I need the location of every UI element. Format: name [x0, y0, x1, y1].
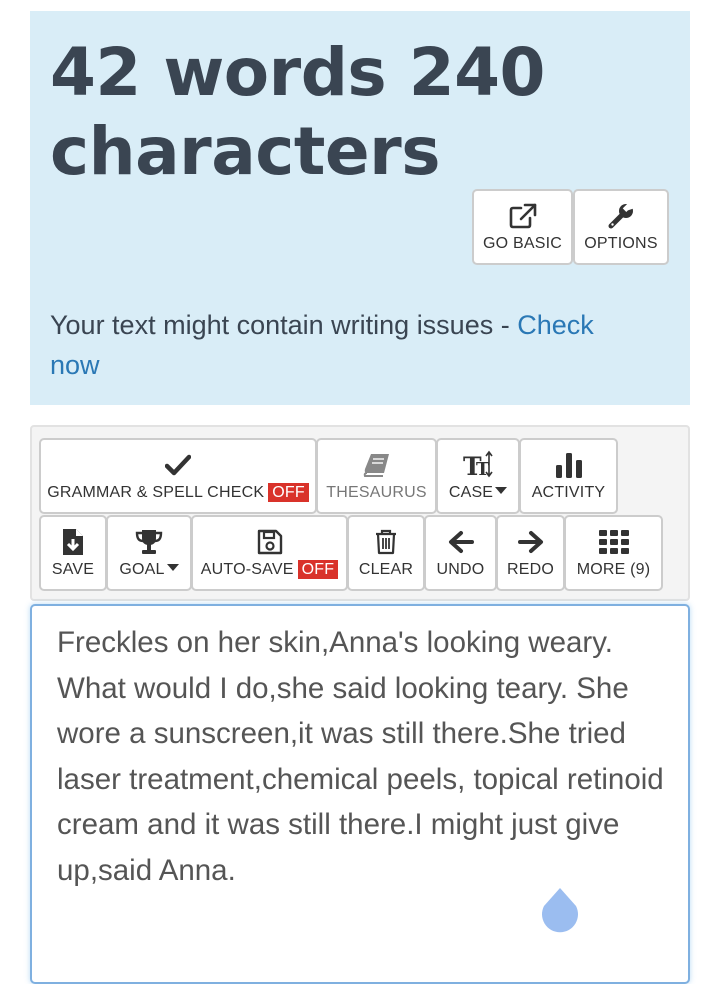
clear-label: CLEAR	[358, 561, 414, 578]
arrow-left-icon	[448, 527, 474, 557]
trash-icon	[374, 527, 398, 557]
auto-save-label: AUTO-SAVE	[200, 561, 294, 578]
redo-button[interactable]: REDO	[496, 515, 565, 591]
goal-label: GOAL	[119, 561, 179, 579]
thesaurus-label: THESAURUS	[326, 484, 427, 501]
wrench-icon	[607, 201, 635, 231]
save-button[interactable]: SAVE	[39, 515, 107, 591]
text-case-icon: T T	[462, 450, 494, 480]
auto-save-button[interactable]: AUTO-SAVE OFF	[191, 515, 348, 591]
thesaurus-button[interactable]: THESAURUS	[316, 438, 437, 514]
text-editor[interactable]: Freckles on her skin,Anna's looking wear…	[30, 604, 690, 984]
caret-down-icon	[166, 564, 179, 571]
undo-label: UNDO	[436, 561, 485, 578]
file-download-icon	[61, 527, 85, 557]
grammar-off-badge: OFF	[268, 483, 309, 502]
caret-down-icon	[495, 487, 508, 494]
stats-panel: 42 words 240 characters GO BASIC OPTIONS…	[30, 11, 690, 405]
more-button[interactable]: MORE (9)	[564, 515, 663, 591]
writing-issues-notice: Your text might contain writing issues -…	[50, 305, 650, 385]
editor-toolbar: GRAMMAR & SPELL CHECK OFF THESAURUS T T C…	[30, 425, 690, 601]
checkmark-icon	[165, 450, 191, 480]
redo-label: REDO	[506, 561, 555, 578]
arrow-right-icon	[517, 527, 544, 557]
bar-chart-icon	[555, 450, 583, 480]
go-basic-label: GO BASIC	[483, 235, 562, 252]
grammar-spell-check-button[interactable]: GRAMMAR & SPELL CHECK OFF	[39, 438, 317, 514]
editor-text[interactable]: Freckles on her skin,Anna's looking wear…	[57, 620, 677, 894]
go-basic-button[interactable]: GO BASIC	[472, 189, 573, 265]
writing-issues-text: Your text might contain writing issues -	[50, 310, 518, 340]
options-button[interactable]: OPTIONS	[573, 189, 669, 265]
trophy-icon	[135, 527, 163, 557]
save-label: SAVE	[51, 561, 95, 578]
book-icon	[363, 450, 391, 480]
floppy-disk-icon	[257, 527, 283, 557]
activity-label: ACTIVITY	[531, 484, 606, 501]
grid-icon	[598, 527, 629, 557]
case-label: CASE	[449, 484, 508, 502]
top-button-group: GO BASIC OPTIONS	[472, 189, 669, 265]
auto-save-off-badge: OFF	[297, 560, 339, 579]
text-cursor-handle-icon[interactable]	[538, 886, 582, 938]
goal-dropdown-button[interactable]: GOAL	[106, 515, 192, 591]
svg-text:T: T	[476, 459, 490, 480]
undo-button[interactable]: UNDO	[424, 515, 497, 591]
more-label: MORE (9)	[576, 561, 651, 578]
activity-button[interactable]: ACTIVITY	[519, 438, 618, 514]
grammar-label: GRAMMAR & SPELL CHECK	[47, 484, 265, 501]
word-character-count: 42 words 240 characters	[50, 34, 545, 190]
options-label: OPTIONS	[584, 235, 658, 252]
external-link-icon	[508, 201, 538, 231]
case-dropdown-button[interactable]: T T CASE	[436, 438, 520, 514]
clear-button[interactable]: CLEAR	[347, 515, 425, 591]
